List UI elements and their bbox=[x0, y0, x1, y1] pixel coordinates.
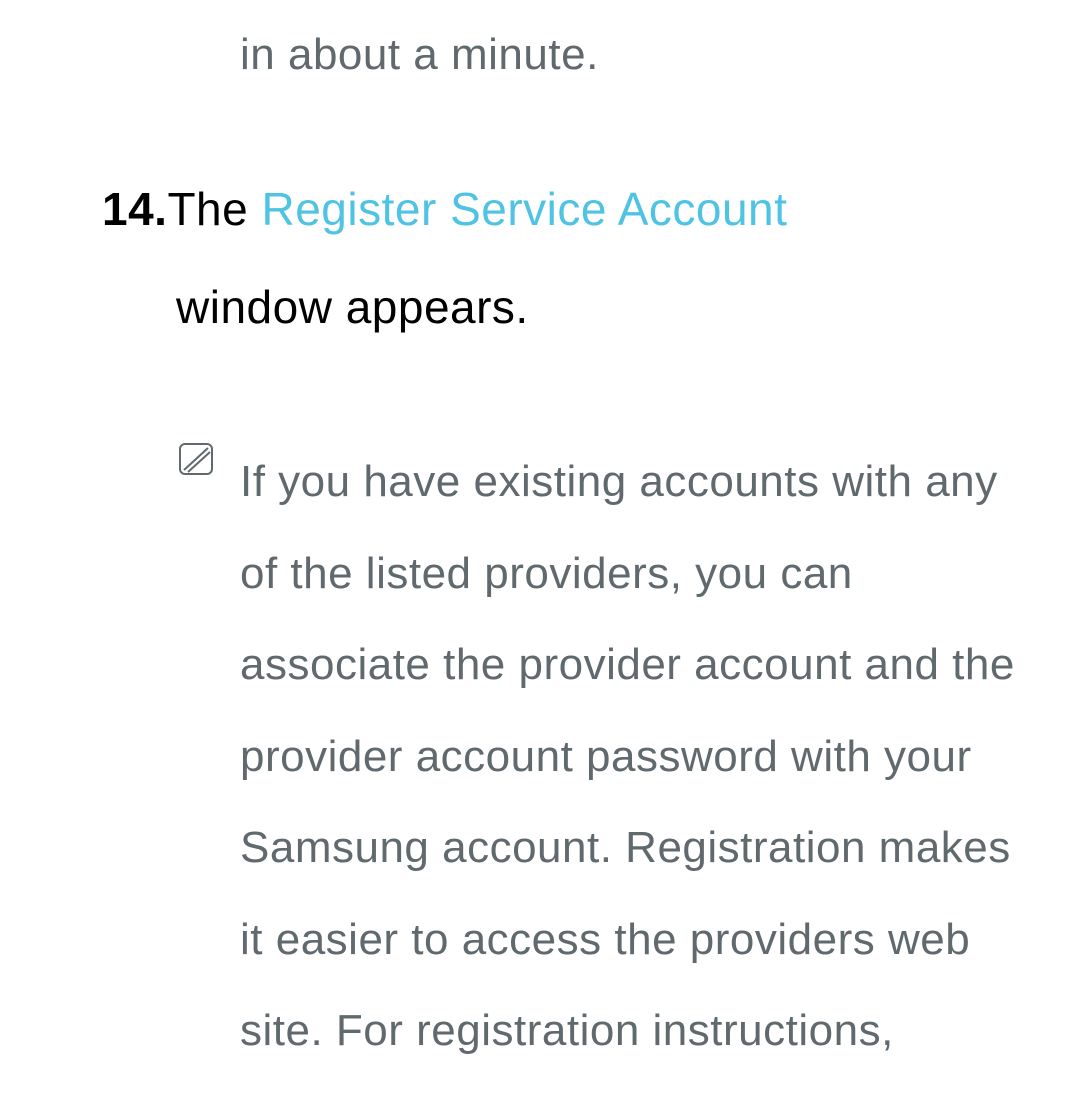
step-number: 14. bbox=[102, 183, 167, 235]
step-14: 14.The Register Service Account window a… bbox=[102, 186, 1038, 334]
step-line-1: 14.The Register Service Account bbox=[102, 186, 1038, 232]
note-block: If you have existing accounts with any o… bbox=[178, 436, 1038, 1077]
step-text-start: The bbox=[167, 183, 261, 235]
note-text: If you have existing accounts with any o… bbox=[240, 436, 1038, 1077]
note-icon bbox=[178, 442, 214, 476]
step-text-end: window appears. bbox=[176, 280, 1038, 334]
previous-step-fragment: in about a minute. bbox=[240, 30, 1038, 80]
register-service-account-label: Register Service Account bbox=[262, 183, 788, 235]
